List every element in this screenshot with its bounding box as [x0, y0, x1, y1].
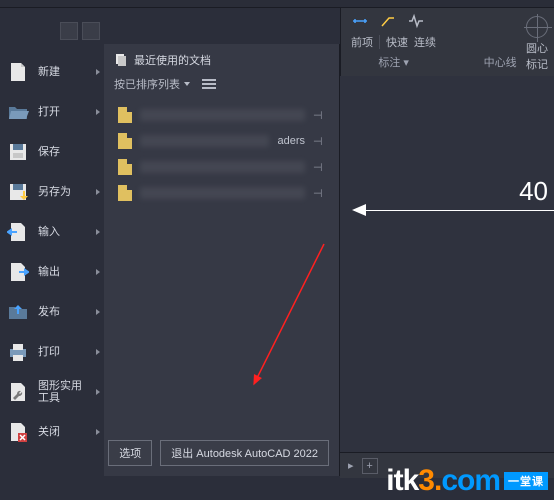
menu-print[interactable]: 打印 [0, 332, 104, 372]
menu-open-label: 打开 [38, 106, 60, 118]
recent-documents-panel: 最近使用的文档 按已排序列表 ⊣ aders ⊣ ⊣ ⊣ [104, 44, 339, 476]
ribbon-separator [379, 35, 380, 49]
qat-icon-2[interactable] [82, 22, 100, 40]
drawing-canvas[interactable] [340, 76, 554, 452]
chevron-right-icon [96, 389, 100, 395]
watermark-p3: com [441, 464, 500, 498]
window-topbar [0, 0, 554, 8]
print-icon [6, 340, 30, 364]
new-file-icon [6, 60, 30, 84]
ribbon-circ-label: 圆心 [526, 40, 548, 56]
dimension-arrowhead [352, 204, 366, 216]
exit-button[interactable]: 退出 Autodesk AutoCAD 2022 [160, 440, 329, 466]
recent-file-item[interactable]: ⊣ [114, 102, 329, 128]
recent-sort-row: 按已排序列表 [114, 76, 329, 92]
ribbon-prev-item[interactable]: 前项 [351, 34, 373, 50]
chevron-right-icon [96, 429, 100, 435]
watermark-p2: 3 [418, 464, 434, 498]
menu-print-label: 打印 [38, 346, 60, 358]
menu-publish-label: 发布 [38, 306, 60, 318]
dwg-file-icon [118, 185, 132, 201]
leader-icon[interactable] [379, 12, 397, 30]
import-icon [6, 220, 30, 244]
chevron-right-icon [96, 189, 100, 195]
documents-icon [114, 53, 128, 67]
publish-icon [6, 300, 30, 324]
saveas-icon [6, 180, 30, 204]
recent-file-name [140, 161, 305, 173]
chevron-right-icon [96, 69, 100, 75]
view-list-icon[interactable] [202, 79, 216, 89]
menu-import[interactable]: 输入 [0, 212, 104, 252]
pin-icon[interactable]: ⊣ [313, 187, 325, 199]
menu-import-label: 输入 [38, 226, 60, 238]
menu-save[interactable]: 保存 [0, 132, 104, 172]
menu-drawing-util-label: 图形实用工具 [38, 380, 82, 404]
chevron-right-icon [96, 349, 100, 355]
menu-export[interactable]: 输出 [0, 252, 104, 292]
menu-publish[interactable]: 发布 [0, 292, 104, 332]
app-menu-sidebar: 新建 打开 保存 另存为 输入 [0, 44, 104, 476]
dimension-line [354, 210, 554, 211]
dwg-file-icon [118, 133, 132, 149]
pin-icon[interactable]: ⊣ [313, 135, 325, 147]
application-menu: 新建 打开 保存 另存为 输入 [0, 44, 340, 476]
wrench-icon [6, 380, 30, 404]
chevron-right-icon [96, 109, 100, 115]
menu-close-label: 关闭 [38, 426, 60, 438]
ribbon-panel-label[interactable]: 标注 ▾ [378, 54, 409, 70]
menu-new[interactable]: 新建 [0, 52, 104, 92]
close-file-icon [6, 420, 30, 444]
chevron-right-icon [96, 269, 100, 275]
recent-file-suffix: aders [277, 135, 305, 147]
add-layout-button[interactable]: + [362, 458, 378, 474]
pin-icon[interactable]: ⊣ [313, 161, 325, 173]
recent-file-item[interactable]: ⊣ [114, 180, 329, 206]
sort-dropdown[interactable]: 按已排序列表 [114, 76, 190, 92]
chevron-right-icon [96, 309, 100, 315]
open-folder-icon [6, 100, 30, 124]
qat-icon-1[interactable] [60, 22, 78, 40]
menu-new-label: 新建 [38, 66, 60, 78]
menu-saveas-label: 另存为 [38, 186, 71, 198]
dwg-file-icon [118, 159, 132, 175]
menu-saveas[interactable]: 另存为 [0, 172, 104, 212]
dimension-icon[interactable] [351, 12, 369, 30]
menu-export-label: 输出 [38, 266, 60, 278]
recent-file-name [140, 187, 305, 199]
watermark-tag: 一堂课 [504, 472, 548, 490]
annotation-arrow [234, 234, 334, 394]
options-button[interactable]: 选项 [108, 440, 152, 466]
save-icon [6, 140, 30, 164]
recent-file-name [140, 109, 305, 121]
chevron-right-icon [96, 229, 100, 235]
recent-header-label: 最近使用的文档 [134, 52, 211, 68]
recent-file-item[interactable]: aders ⊣ [114, 128, 329, 154]
recent-documents-header: 最近使用的文档 [114, 52, 329, 68]
dwg-file-icon [118, 107, 132, 123]
pulse-icon[interactable] [407, 12, 425, 30]
ribbon-centermark-group: 圆心 标记 [526, 16, 548, 72]
tab-indicator: ▸ [348, 459, 354, 472]
ribbon-quick[interactable]: 快速 [386, 34, 408, 50]
watermark-p1: itk [386, 464, 418, 498]
ribbon-fragment: 前项 快速 连续 标注 ▾ 中心线 圆心 标记 [340, 8, 554, 76]
menu-save-label: 保存 [38, 146, 60, 158]
app-menu-footer: 选项 退出 Autodesk AutoCAD 2022 [108, 440, 329, 466]
dimension-value: 40 [519, 176, 548, 207]
ribbon-mark-label: 标记 [526, 56, 548, 72]
recent-file-name [140, 135, 269, 147]
export-icon [6, 260, 30, 284]
ribbon-centerline-label: 中心线 [484, 54, 517, 70]
pin-icon[interactable]: ⊣ [313, 109, 325, 121]
recent-file-item[interactable]: ⊣ [114, 154, 329, 180]
watermark: itk3.com 一堂课 [386, 464, 548, 498]
centermark-icon[interactable] [526, 16, 548, 38]
menu-drawing-utilities[interactable]: 图形实用工具 [0, 372, 104, 412]
watermark-dot: . [434, 464, 441, 498]
menu-open[interactable]: 打开 [0, 92, 104, 132]
quick-access-toolbar [60, 22, 100, 40]
ribbon-continuous[interactable]: 连续 [414, 34, 436, 50]
menu-close[interactable]: 关闭 [0, 412, 104, 452]
